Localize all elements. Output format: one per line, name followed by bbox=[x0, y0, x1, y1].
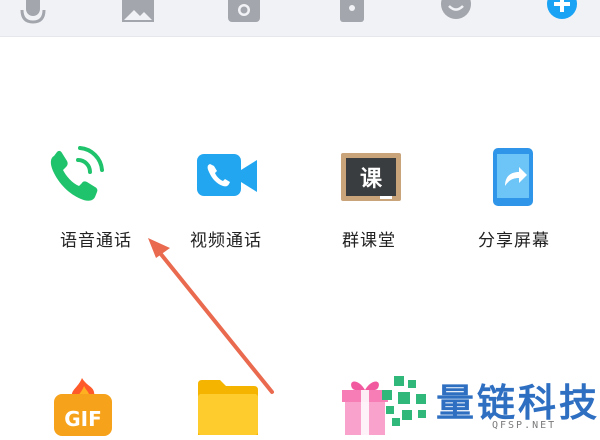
annotation-arrow bbox=[148, 238, 274, 394]
watermark-title: 量链科技 bbox=[436, 381, 600, 425]
watermark-logo-icon bbox=[378, 376, 430, 432]
watermark-sub: QFSP.NET bbox=[492, 420, 557, 431]
